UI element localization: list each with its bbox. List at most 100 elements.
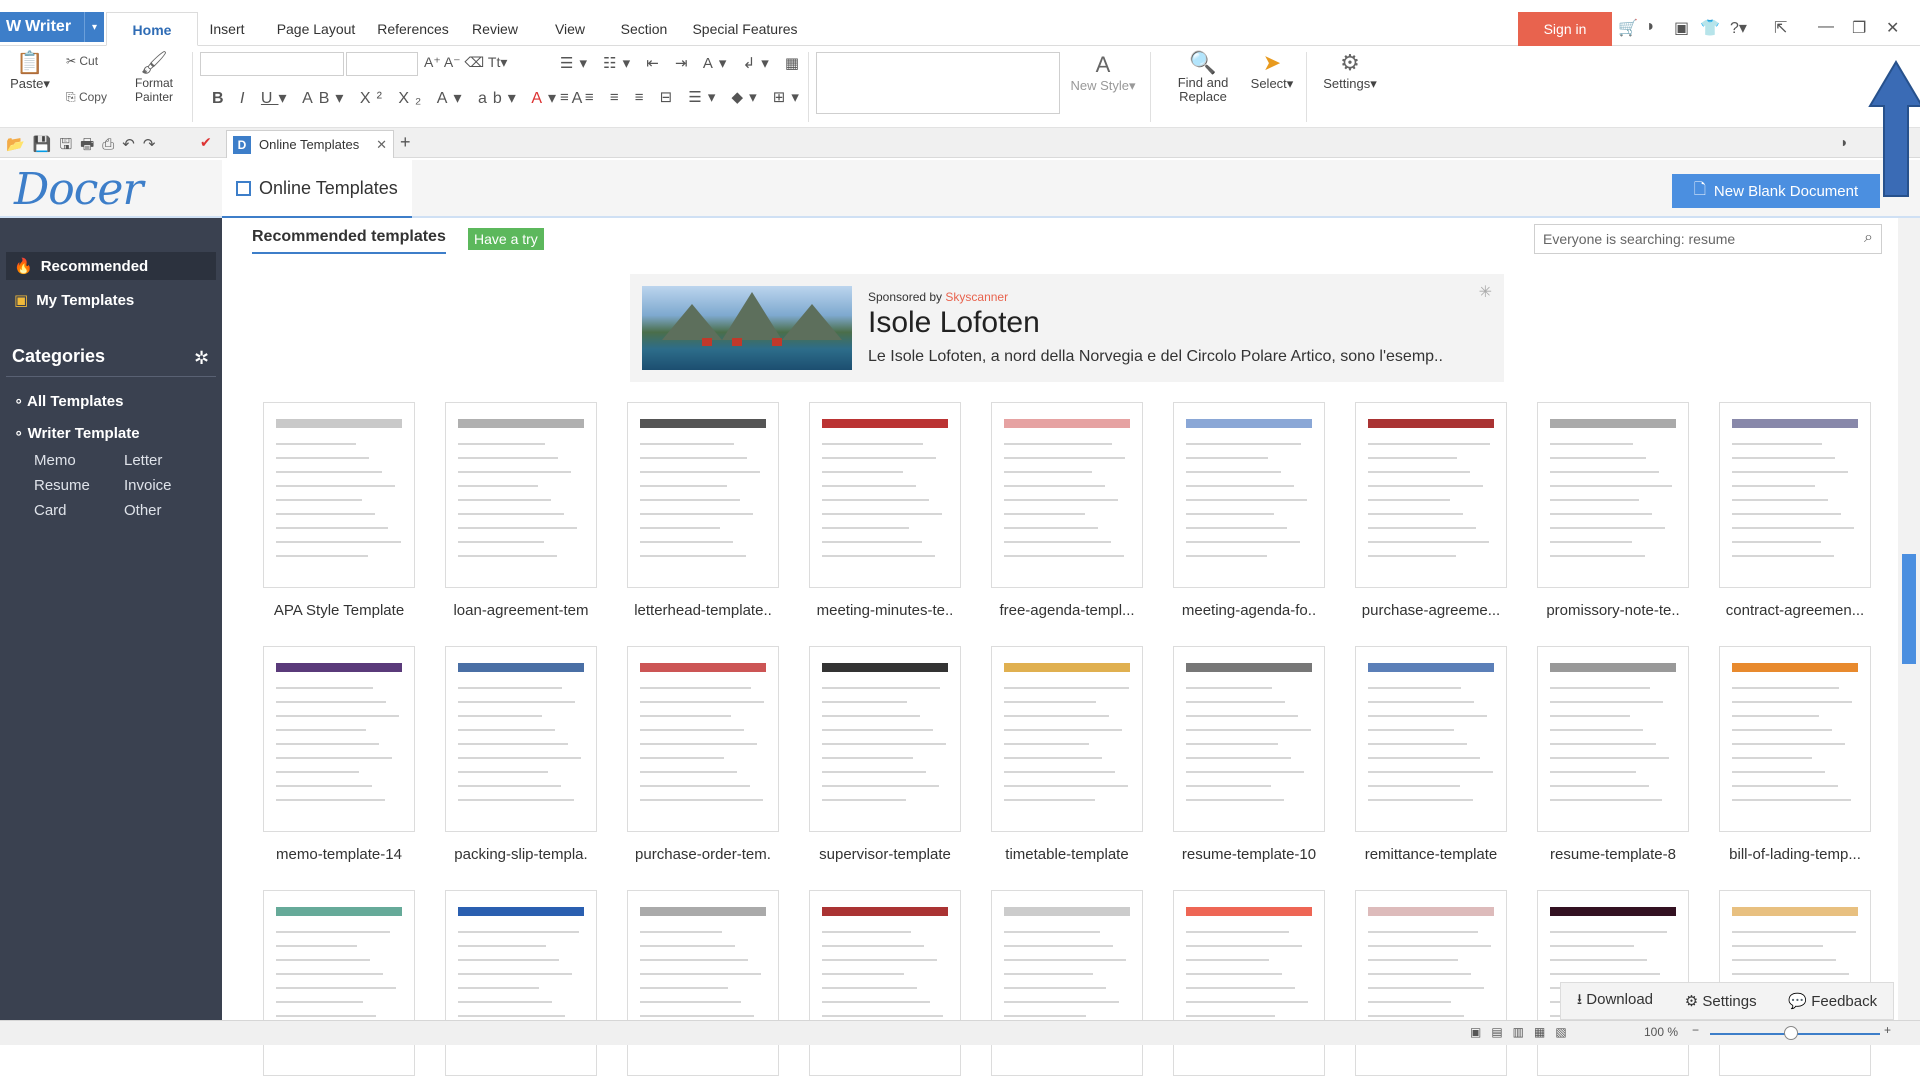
- new-style-button[interactable]: A New Style▾: [1068, 52, 1138, 94]
- tab-special-features[interactable]: Special Features: [690, 12, 800, 46]
- search-input[interactable]: Everyone is searching: resume ⌕: [1534, 224, 1882, 254]
- category-all-templates[interactable]: ∘ All Templates: [14, 392, 123, 410]
- template-name[interactable]: supervisor-template: [796, 846, 974, 863]
- template-card[interactable]: resume-template-10: [1160, 646, 1338, 863]
- scrollbar-thumb[interactable]: [1902, 554, 1916, 664]
- template-card[interactable]: contract-agreemen...: [1706, 402, 1884, 619]
- template-name[interactable]: purchase-agreeme...: [1342, 602, 1520, 619]
- template-card[interactable]: [978, 890, 1156, 1076]
- minimize-icon[interactable]: —: [1818, 18, 1834, 36]
- tab-insert[interactable]: Insert: [200, 12, 254, 46]
- template-thumbnail[interactable]: [991, 890, 1143, 1076]
- template-thumbnail[interactable]: [1719, 402, 1871, 588]
- template-name[interactable]: loan-agreement-tem: [432, 602, 610, 619]
- sign-in-button[interactable]: Sign in: [1518, 12, 1612, 46]
- template-name[interactable]: packing-slip-templa.: [432, 846, 610, 863]
- list-buttons[interactable]: ☰▾ ☷▾ ⇤ ⇥ A▾ ↲▾ ▦: [560, 54, 805, 72]
- tab-references[interactable]: References: [372, 12, 454, 46]
- have-a-try-button[interactable]: Have a try: [468, 228, 544, 250]
- subcategory-card[interactable]: Card: [34, 502, 67, 519]
- find-replace-button[interactable]: 🔍 Find and Replace: [1170, 50, 1236, 104]
- template-thumbnail[interactable]: [627, 402, 779, 588]
- template-thumbnail[interactable]: [991, 646, 1143, 832]
- search-icon[interactable]: ⌕: [1864, 229, 1873, 247]
- template-name[interactable]: contract-agreemen...: [1706, 602, 1884, 619]
- tab-recommended-templates[interactable]: Recommended templates: [252, 228, 446, 254]
- template-card[interactable]: [250, 890, 428, 1076]
- template-card[interactable]: APA Style Template: [250, 402, 428, 619]
- template-card[interactable]: packing-slip-templa.: [432, 646, 610, 863]
- template-thumbnail[interactable]: [627, 890, 779, 1076]
- cart-icon[interactable]: 🛒: [1618, 18, 1638, 38]
- template-name[interactable]: bill-of-lading-temp...: [1706, 846, 1884, 863]
- style-gallery[interactable]: [816, 52, 1060, 114]
- font-name-select[interactable]: [200, 52, 344, 76]
- template-name[interactable]: purchase-order-tem.: [614, 846, 792, 863]
- template-card[interactable]: purchase-order-tem.: [614, 646, 792, 863]
- template-card[interactable]: letterhead-template..: [614, 402, 792, 619]
- template-name[interactable]: timetable-template: [978, 846, 1156, 863]
- skin-icon[interactable]: ▣: [1674, 18, 1689, 38]
- tab-page-layout[interactable]: Page Layout: [268, 12, 364, 46]
- cut-button[interactable]: ✂ Cut: [66, 54, 98, 68]
- subcategory-memo[interactable]: Memo: [34, 452, 76, 469]
- template-thumbnail[interactable]: [1173, 890, 1325, 1076]
- template-card[interactable]: purchase-agreeme...: [1342, 402, 1520, 619]
- template-thumbnail[interactable]: [1537, 646, 1689, 832]
- sidebar-item-my-templates[interactable]: ▣ My Templates: [6, 286, 216, 314]
- template-thumbnail[interactable]: [1355, 890, 1507, 1076]
- template-thumbnail[interactable]: [263, 890, 415, 1076]
- paste-button[interactable]: 📋 Paste▾: [10, 50, 50, 92]
- download-button[interactable]: ⭳ Download: [1577, 989, 1653, 1014]
- template-card[interactable]: timetable-template: [978, 646, 1156, 863]
- font-size-select[interactable]: [346, 52, 418, 76]
- font-grow-icon[interactable]: A⁺ A⁻ ⌫ Tt▾: [424, 54, 507, 71]
- template-thumbnail[interactable]: [809, 402, 961, 588]
- template-thumbnail[interactable]: [627, 646, 779, 832]
- template-name[interactable]: memo-template-14: [250, 846, 428, 863]
- gear-icon[interactable]: ✲: [194, 348, 209, 369]
- template-name[interactable]: resume-template-10: [1160, 846, 1338, 863]
- zoom-in-icon[interactable]: +: [1884, 1023, 1891, 1037]
- template-thumbnail[interactable]: [809, 890, 961, 1076]
- help-icon[interactable]: ?▾: [1730, 18, 1747, 38]
- template-thumbnail[interactable]: [1355, 402, 1507, 588]
- template-thumbnail[interactable]: [991, 402, 1143, 588]
- new-tab-icon[interactable]: +: [400, 132, 411, 153]
- format-painter-button[interactable]: 🖌 Format Painter: [126, 50, 182, 104]
- zoom-slider-knob[interactable]: [1784, 1026, 1798, 1040]
- template-card[interactable]: [796, 890, 974, 1076]
- tab-section[interactable]: Section: [614, 12, 674, 46]
- template-card[interactable]: meeting-agenda-fo..: [1160, 402, 1338, 619]
- template-thumbnail[interactable]: [1173, 402, 1325, 588]
- template-card[interactable]: bill-of-lading-temp...: [1706, 646, 1884, 863]
- zoom-out-icon[interactable]: −: [1692, 1023, 1699, 1037]
- template-card[interactable]: remittance-template: [1342, 646, 1520, 863]
- subcategory-letter[interactable]: Letter: [124, 452, 162, 469]
- tab-online-templates[interactable]: D Online Templates ✕: [226, 130, 394, 158]
- restore-icon[interactable]: ❐: [1852, 18, 1866, 38]
- feedback-button[interactable]: 💬 Feedback: [1788, 992, 1877, 1010]
- text-format-buttons[interactable]: B I U▾ AB▾ X² X₂ A▾ ab▾ A▾ A: [212, 88, 588, 108]
- ad-image[interactable]: [642, 286, 852, 370]
- template-card[interactable]: free-agenda-templ...: [978, 402, 1156, 619]
- subcategory-other[interactable]: Other: [124, 502, 162, 519]
- template-card[interactable]: meeting-minutes-te..: [796, 402, 974, 619]
- template-thumbnail[interactable]: [1355, 646, 1507, 832]
- view-mode-icons[interactable]: ▣▤▥▦▧: [1470, 1025, 1577, 1039]
- docer-icon[interactable]: ◗: [1646, 18, 1656, 36]
- online-templates-tab[interactable]: Online Templates: [222, 160, 412, 218]
- customize-icon[interactable]: ✔: [200, 134, 212, 151]
- shirt-icon[interactable]: 👕: [1700, 18, 1720, 38]
- ad-title[interactable]: Isole Lofoten: [868, 306, 1040, 340]
- close-tab-icon[interactable]: ✕: [376, 137, 387, 153]
- template-name[interactable]: remittance-template: [1342, 846, 1520, 863]
- copy-button[interactable]: ⎘ Copy: [66, 90, 107, 105]
- template-thumbnail[interactable]: [263, 646, 415, 832]
- template-name[interactable]: APA Style Template: [250, 602, 428, 619]
- template-thumbnail[interactable]: [809, 646, 961, 832]
- sponsored-ad[interactable]: Sponsored by Skyscanner Isole Lofoten Le…: [630, 274, 1504, 382]
- category-writer-template[interactable]: ∘ Writer Template: [14, 424, 140, 442]
- template-thumbnail[interactable]: [263, 402, 415, 588]
- template-card[interactable]: resume-template-8: [1524, 646, 1702, 863]
